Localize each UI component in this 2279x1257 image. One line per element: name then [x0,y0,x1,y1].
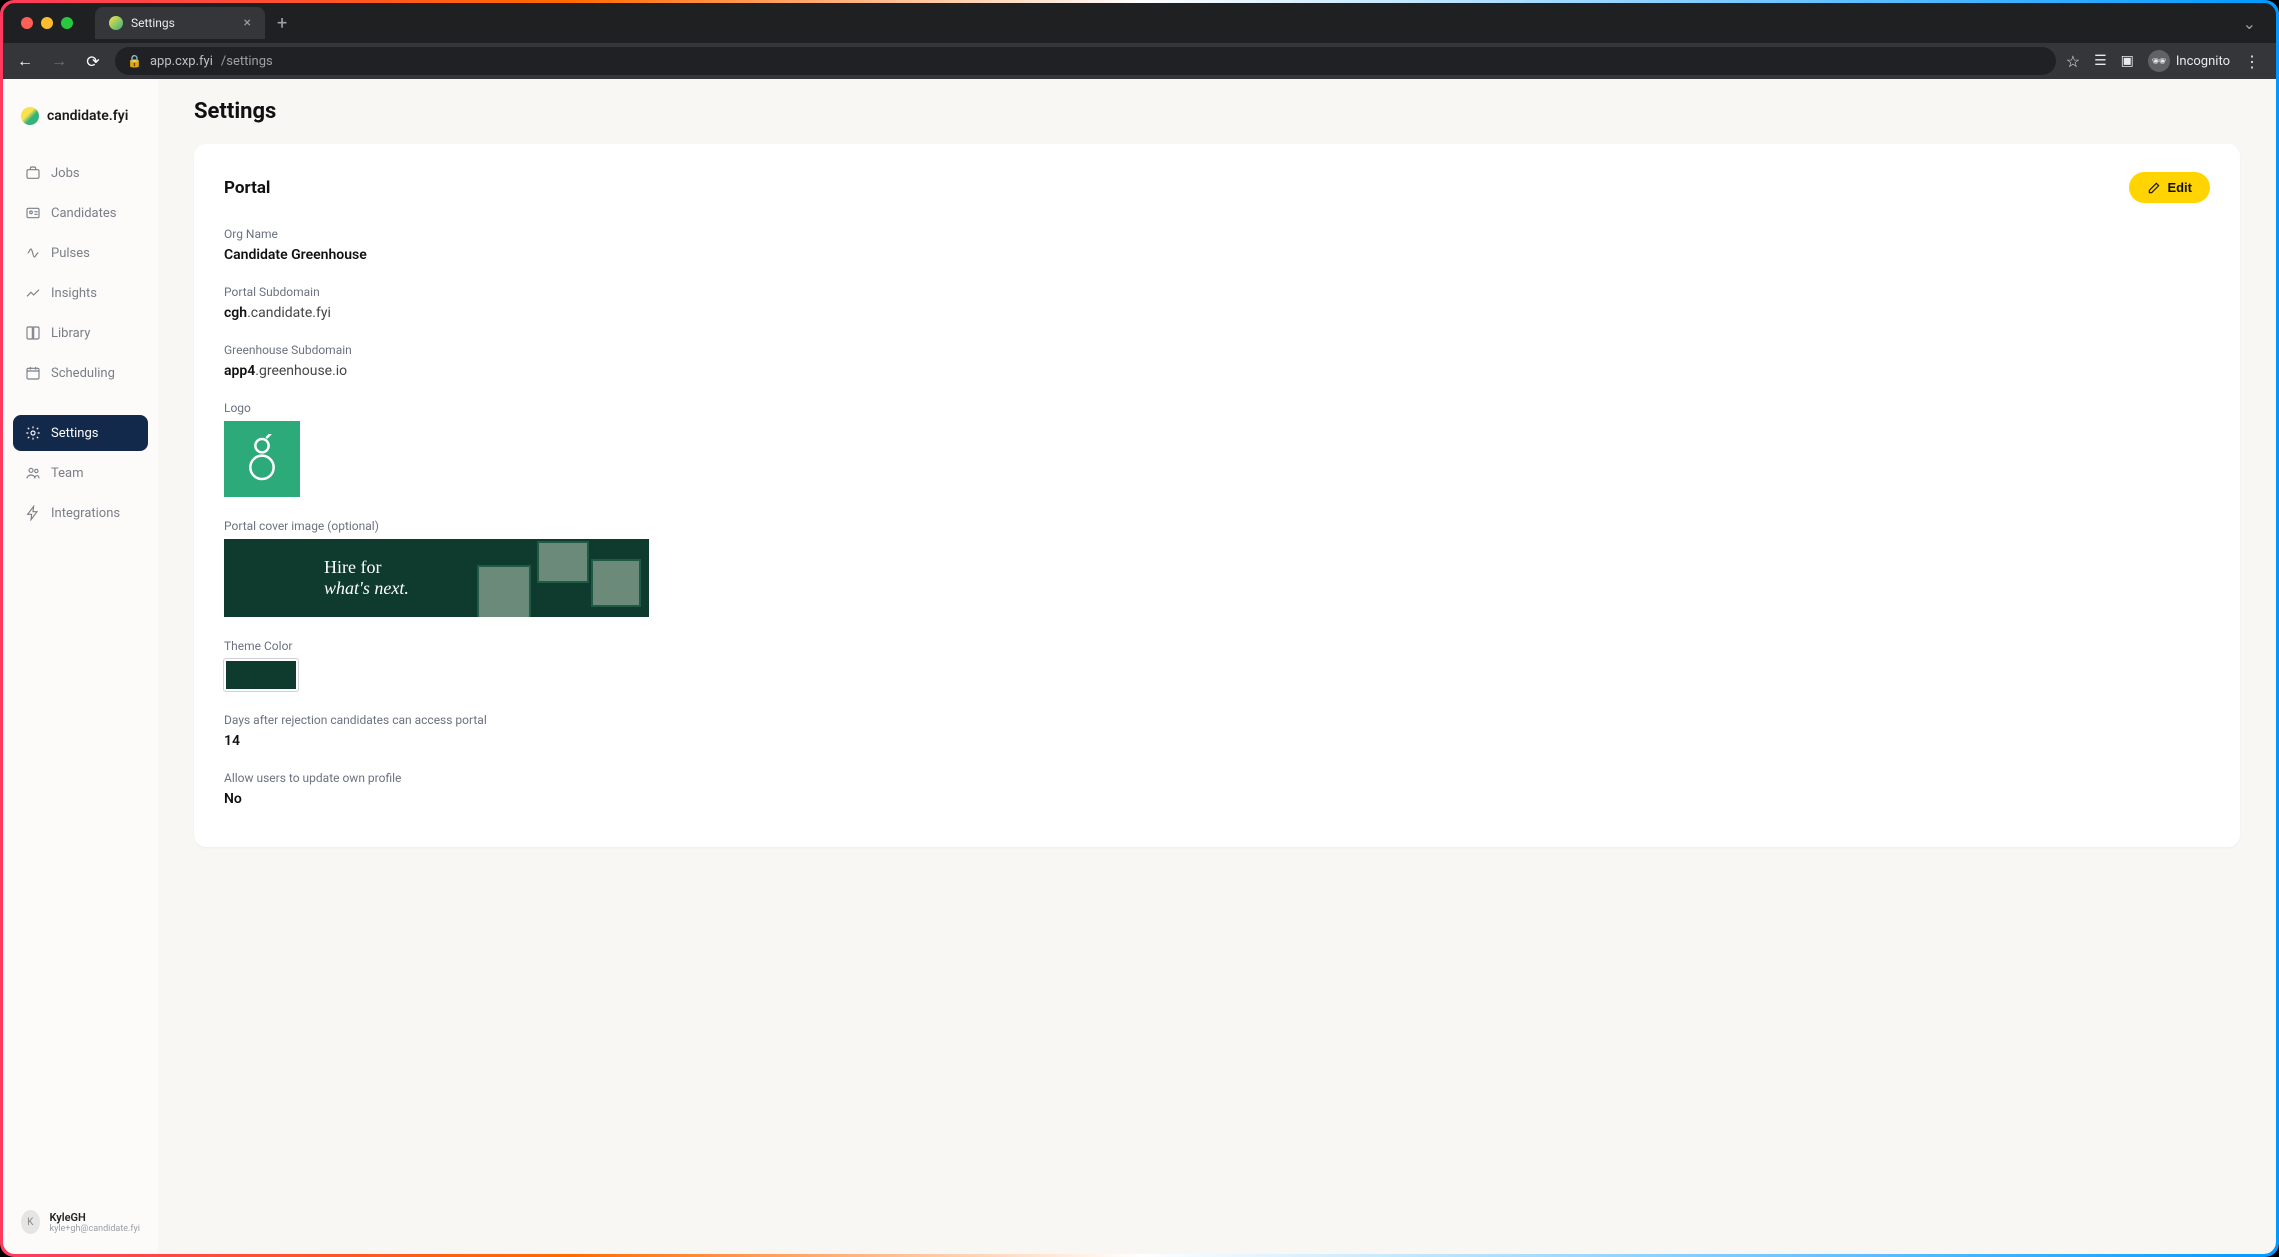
sidebar: candidate.fyi Jobs Candidates Pulses [3,79,158,1254]
sidebar-item-label: Jobs [51,166,80,181]
sidebar-item-pulses[interactable]: Pulses [13,235,148,271]
theme-color-label: Theme Color [224,639,2210,653]
address-bar: ← → ⟳ 🔒 app.cxp.fyi/settings ☆ ☰ ▣ 🕶 Inc… [3,43,2276,79]
url-input[interactable]: 🔒 app.cxp.fyi/settings [115,47,2056,75]
nav-forward-icon: → [47,49,71,73]
avatar: K [21,1210,40,1234]
briefcase-icon [25,165,41,181]
book-icon [25,325,41,341]
org-name-value: Candidate Greenhouse [224,247,2210,263]
brand-logo-icon [21,107,39,125]
cover-label: Portal cover image (optional) [224,519,2210,533]
traffic-light-minimize[interactable] [41,17,53,29]
traffic-light-maximize[interactable] [61,17,73,29]
logo-preview [224,421,300,497]
allow-update-label: Allow users to update own profile [224,771,2210,785]
users-icon [25,465,41,481]
tab-title: Settings [131,16,175,30]
sidebar-item-label: Team [51,466,84,481]
panel-icon[interactable]: ▣ [2121,53,2134,69]
gear-icon [25,425,41,441]
logo-label: Logo [224,401,2210,415]
cover-preview: Hire for what's next. [224,539,649,617]
sidebar-item-insights[interactable]: Insights [13,275,148,311]
edit-button[interactable]: Edit [2129,172,2210,203]
brand-name: candidate.fyi [47,108,128,124]
sidebar-item-label: Pulses [51,246,90,261]
sidebar-item-label: Scheduling [51,366,115,381]
portal-card: Portal Edit Org Name Candidate Greenhous… [194,144,2240,847]
allow-update-value: No [224,791,2210,807]
edit-button-label: Edit [2167,180,2192,195]
window-controls [11,17,83,29]
greenhouse-logo-icon [245,434,279,484]
sidebar-item-label: Settings [51,426,98,441]
sidebar-user[interactable]: K KyleGH kyle+gh@candidate.fyi [13,1202,148,1242]
url-host: app.cxp.fyi [150,54,213,69]
browser-menu-icon[interactable]: ⋮ [2244,52,2260,71]
cover-photo-icon [537,541,589,583]
sidebar-item-label: Insights [51,286,97,301]
browser-tab[interactable]: Settings × [95,7,265,39]
cover-photo-icon [591,559,641,607]
nav-reload-icon[interactable]: ⟳ [81,49,105,73]
incognito-label: Incognito [2176,54,2230,69]
sidebar-nav: Jobs Candidates Pulses Insights [13,155,148,531]
id-card-icon [25,205,41,221]
portal-subdomain-label: Portal Subdomain [224,285,2210,299]
days-value: 14 [224,733,2210,749]
new-tab-button[interactable]: + [265,13,299,34]
edit-icon [2147,181,2161,195]
sidebar-item-label: Library [51,326,90,341]
nav-back-icon[interactable]: ← [13,49,37,73]
user-email: kyle+gh@candidate.fyi [50,1224,140,1234]
lock-icon: 🔒 [127,54,142,68]
incognito-badge[interactable]: 🕶 Incognito [2148,50,2230,72]
user-name: KyleGH [50,1211,140,1224]
theme-color-swatch [224,659,298,691]
sidebar-item-label: Integrations [51,506,120,521]
portal-subdomain-value: cgh.candidate.fyi [224,305,2210,321]
traffic-light-close[interactable] [21,17,33,29]
bolt-icon [25,505,41,521]
bookmark-icon[interactable]: ☆ [2066,52,2080,71]
sidebar-item-scheduling[interactable]: Scheduling [13,355,148,391]
url-path: /settings [221,54,273,69]
greenhouse-subdomain-label: Greenhouse Subdomain [224,343,2210,357]
tab-strip: Settings × + ⌄ [3,3,2276,43]
org-name-label: Org Name [224,227,2210,241]
brand[interactable]: candidate.fyi [13,107,148,155]
sidebar-item-settings[interactable]: Settings [13,415,148,451]
cover-text: Hire for what's next. [224,557,409,598]
greenhouse-subdomain-value: app4.greenhouse.io [224,363,2210,379]
chart-icon [25,285,41,301]
pulse-icon [25,245,41,261]
tab-overflow-chevron-icon[interactable]: ⌄ [2231,14,2268,33]
main-content: Settings Portal Edit Org Name Candidate … [158,79,2276,1254]
incognito-icon: 🕶 [2148,50,2170,72]
browser-window: Settings × + ⌄ ← → ⟳ 🔒 app.cxp.fyi/setti… [3,3,2276,1254]
reading-list-icon[interactable]: ☰ [2094,53,2107,69]
page-title: Settings [194,99,2240,124]
sidebar-item-integrations[interactable]: Integrations [13,495,148,531]
calendar-icon [25,365,41,381]
tab-close-icon[interactable]: × [244,15,251,31]
sidebar-item-candidates[interactable]: Candidates [13,195,148,231]
sidebar-item-jobs[interactable]: Jobs [13,155,148,191]
tab-favicon-icon [109,16,123,30]
sidebar-item-label: Candidates [51,206,116,221]
cover-photo-icon [477,565,531,617]
portal-section-title: Portal [224,178,270,198]
days-label: Days after rejection candidates can acce… [224,713,2210,727]
sidebar-item-team[interactable]: Team [13,455,148,491]
sidebar-item-library[interactable]: Library [13,315,148,351]
